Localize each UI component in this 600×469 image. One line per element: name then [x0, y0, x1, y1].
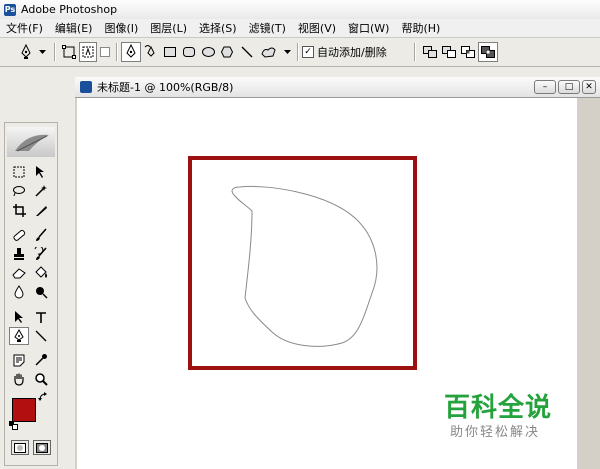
path-combine-exclude-icon[interactable]	[478, 42, 498, 62]
separator	[414, 43, 416, 61]
close-button[interactable]: ✕	[582, 80, 596, 94]
path-combine-intersect-icon[interactable]	[459, 42, 477, 62]
text-tool-icon[interactable]	[31, 308, 51, 326]
hand-tool-icon[interactable]	[9, 370, 29, 388]
watermark-title: 百科全说	[444, 393, 553, 423]
menu-bar: 文件(F) 编辑(E) 图像(I) 图层(L) 选择(S) 滤镜(T) 视图(V…	[0, 19, 600, 38]
freeform-pen-icon[interactable]	[142, 42, 160, 62]
pen-tool-icon[interactable]	[9, 327, 29, 345]
custom-shape-icon[interactable]	[258, 42, 280, 62]
menu-layer[interactable]: 图层(L)	[144, 20, 193, 36]
menu-select[interactable]: 选择(S)	[193, 20, 243, 36]
path-selection-tool-icon[interactable]	[9, 308, 29, 326]
toolbox-panel	[4, 122, 58, 466]
brush-tool-icon[interactable]	[31, 226, 51, 244]
menu-view[interactable]: 视图(V)	[292, 20, 342, 36]
line-shape-icon[interactable]	[238, 42, 256, 62]
pen-tool-preset-icon[interactable]	[16, 42, 36, 62]
crop-tool-icon[interactable]	[9, 201, 29, 219]
shape-dropdown-arrow-icon[interactable]	[282, 42, 292, 62]
options-bar: ✓ 自动添加/删除	[0, 38, 600, 67]
ellipse-shape-icon[interactable]	[199, 42, 217, 62]
standard-mode-icon[interactable]	[11, 440, 29, 455]
shape-layers-mode-icon[interactable]	[60, 42, 78, 62]
eyedropper-tool-icon[interactable]	[31, 351, 51, 369]
eraser-tool-icon[interactable]	[9, 264, 29, 282]
foreground-color-swatch[interactable]	[12, 398, 36, 422]
zoom-tool-icon[interactable]	[31, 370, 51, 388]
default-colors-icon[interactable]	[8, 420, 18, 430]
rounded-rectangle-icon[interactable]	[180, 42, 198, 62]
quick-mask-mode-icon[interactable]	[33, 440, 51, 455]
document-titlebar[interactable]: 未标题-1 @ 100%(RGB/8)	[75, 77, 600, 98]
marquee-tool-icon[interactable]	[9, 163, 29, 181]
path-combine-subtract-icon[interactable]	[440, 42, 458, 62]
menu-edit[interactable]: 编辑(E)	[49, 20, 99, 36]
clone-stamp-tool-icon[interactable]	[9, 245, 29, 263]
magic-wand-tool-icon[interactable]	[31, 182, 51, 200]
history-brush-tool-icon[interactable]	[31, 245, 51, 263]
notes-tool-icon[interactable]	[9, 351, 29, 369]
dodge-tool-icon[interactable]	[31, 283, 51, 301]
menu-filter[interactable]: 滤镜(T)	[243, 20, 292, 36]
minimize-button[interactable]: –	[534, 80, 556, 94]
auto-add-delete-option[interactable]: ✓ 自动添加/删除	[302, 42, 412, 62]
swap-colors-icon[interactable]	[37, 391, 49, 403]
separator	[297, 43, 299, 61]
polygon-shape-icon[interactable]	[218, 42, 236, 62]
photoshop-logo-icon: Ps	[4, 3, 16, 16]
line-tool-icon[interactable]	[31, 327, 51, 345]
document-title: 未标题-1 @ 100%(RGB/8)	[97, 81, 234, 94]
blur-tool-icon[interactable]	[9, 283, 29, 301]
pen-path	[231, 186, 378, 347]
pen-tool-icon[interactable]	[121, 42, 141, 62]
menu-help[interactable]: 帮助(H)	[395, 20, 446, 36]
photoshop-feather-logo[interactable]	[7, 127, 55, 157]
fill-pixels-mode-icon[interactable]	[98, 42, 112, 62]
menu-file[interactable]: 文件(F)	[0, 20, 49, 36]
annotation-highlight-box	[188, 156, 417, 370]
app-title: Adobe Photoshop	[21, 3, 118, 16]
auto-add-delete-label: 自动添加/删除	[317, 46, 387, 59]
maximize-button[interactable]: □	[558, 80, 580, 94]
separator	[116, 43, 118, 61]
menu-image[interactable]: 图像(I)	[98, 20, 144, 36]
watermark-logo: 百科全说 助你轻松解决	[420, 385, 600, 445]
separator	[54, 43, 56, 61]
document-icon	[80, 81, 92, 93]
slice-tool-icon[interactable]	[31, 201, 51, 219]
menu-window[interactable]: 窗口(W)	[342, 20, 395, 36]
rectangle-shape-icon[interactable]	[161, 42, 179, 62]
lasso-tool-icon[interactable]	[9, 182, 29, 200]
preset-dropdown-arrow-icon[interactable]	[37, 42, 47, 62]
app-titlebar: Ps Adobe Photoshop	[0, 0, 600, 19]
paths-mode-icon[interactable]	[79, 42, 97, 62]
healing-brush-tool-icon[interactable]	[9, 226, 29, 244]
watermark-subtitle: 助你轻松解决	[450, 425, 541, 440]
path-combine-add-icon[interactable]	[421, 42, 439, 62]
auto-add-delete-checkbox[interactable]: ✓	[302, 46, 314, 58]
move-tool-icon[interactable]	[31, 163, 51, 181]
paint-bucket-tool-icon[interactable]	[31, 264, 51, 282]
